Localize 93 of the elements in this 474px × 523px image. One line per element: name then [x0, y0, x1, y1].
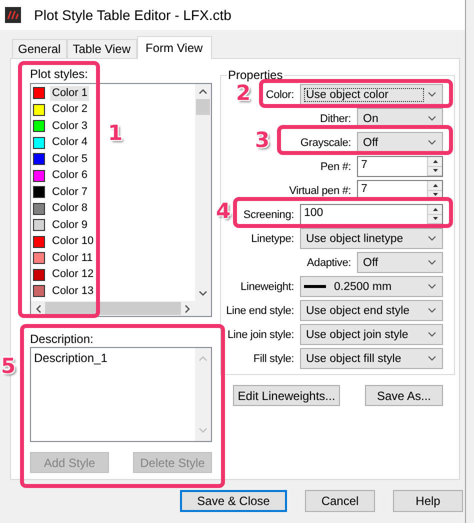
list-item[interactable]: Color 12 [50, 267, 96, 282]
callout-number: 3 [255, 129, 270, 151]
dropdown-value: 100 [303, 206, 324, 221]
spin-down-icon [432, 217, 438, 220]
field-label: Line join style: [227, 328, 294, 340]
chevron-down-icon [428, 284, 436, 289]
dropdown-value: Use object join style [305, 328, 410, 342]
tab[interactable]: Table View [66, 39, 137, 58]
list-item[interactable]: Color 6 [50, 168, 90, 184]
group-title: Properties [227, 68, 284, 82]
save-as-button[interactable]: Save As... [365, 385, 443, 406]
chevron-down-icon [428, 92, 436, 97]
dropdown-value: 7 [360, 182, 368, 197]
list-item[interactable]: Color 9 [50, 218, 90, 233]
tab[interactable]: General [12, 39, 67, 58]
dropdown-value: Off [362, 256, 380, 270]
dropdown-value: 0.2500 mm [333, 280, 393, 294]
chevron-left-icon [36, 304, 41, 312]
field-label: Linetype: [251, 232, 294, 244]
description-label: Description: [30, 331, 94, 347]
chevron-down-icon [199, 428, 207, 433]
list-item[interactable]: Color 8 [50, 201, 90, 216]
spin-down-icon [432, 169, 438, 172]
list-item[interactable]: Color 5 [50, 152, 90, 167]
spin-up-icon [432, 184, 438, 187]
field-label: Screening: [243, 208, 294, 220]
chevron-down-icon [428, 332, 436, 337]
line-sample-icon [304, 285, 326, 288]
chevron-down-icon [428, 236, 436, 241]
callout-number: 4 [216, 200, 231, 222]
list-item[interactable]: Color 4 [50, 135, 90, 150]
window-title: Plot Style Table Editor - LFX.ctb [34, 7, 232, 23]
list-label: Plot styles: [30, 66, 90, 82]
spin-down-icon [432, 193, 438, 196]
spin-field[interactable]: 100 [300, 204, 443, 225]
field-label: Dither: [320, 112, 351, 124]
callout-number: 2 [236, 82, 251, 104]
dropdown[interactable]: Use object color [300, 84, 443, 105]
chevron-down-icon [428, 356, 436, 361]
field-label: Fill style: [253, 352, 294, 364]
dropdown[interactable]: Use object join style [300, 324, 443, 345]
callout-number: 5 [1, 355, 16, 377]
edit-lineweights-button[interactable]: Edit Lineweights... [233, 385, 340, 406]
spin-up-icon [432, 208, 438, 211]
spin-up-icon [432, 160, 438, 163]
dropdown-value: 7 [360, 158, 368, 173]
spin-field[interactable]: 7 [357, 156, 443, 177]
chevron-down-icon [428, 116, 436, 121]
field-label: Adaptive: [306, 256, 351, 268]
tab[interactable]: Form View [136, 36, 212, 59]
chevron-down-icon [428, 140, 436, 145]
dropdown[interactable]: Off [357, 252, 443, 273]
list-item[interactable]: Color 3 [50, 118, 90, 134]
vertical-scrollbar[interactable] [195, 84, 211, 301]
scroll-thumb[interactable] [196, 99, 210, 115]
dropdown[interactable]: Use object end style [300, 300, 443, 321]
dropdown-value: On [362, 112, 380, 126]
chevron-down-icon [428, 308, 436, 313]
chevron-up-icon [199, 356, 207, 361]
list-item[interactable]: Color 10 [50, 234, 96, 250]
dropdown[interactable]: Use object linetype [300, 228, 443, 249]
dropdown-value: Use object end style [305, 304, 411, 318]
field-label: Color: [266, 88, 294, 100]
chevron-up-icon [199, 89, 207, 94]
field-label: Pen #: [320, 160, 351, 172]
field-label: Line end style: [226, 304, 294, 316]
list-item[interactable]: Color 11 [50, 250, 95, 266]
callout-number: 1 [108, 122, 123, 144]
vertical-scrollbar[interactable] [195, 348, 211, 441]
dropdown[interactable]: Off [357, 132, 443, 153]
dropdown-value: Off [362, 136, 380, 150]
field-label: Lineweight: [240, 280, 294, 292]
chevron-right-icon [185, 304, 190, 312]
help-button[interactable]: Help [393, 490, 463, 512]
chevron-down-icon [199, 291, 207, 296]
dropdown-value: Use object linetype [305, 232, 404, 246]
save-close-button[interactable]: Save & Close [180, 490, 287, 512]
list-item[interactable]: Color 2 [50, 102, 90, 118]
cancel-button[interactable]: Cancel [305, 490, 375, 512]
horizontal-scrollbar[interactable] [31, 301, 195, 316]
chevron-down-icon [428, 260, 436, 265]
list-item[interactable]: Color 13 [50, 284, 96, 299]
dropdown[interactable]: Use object fill style [300, 348, 443, 369]
field-label: Grayscale: [300, 136, 351, 148]
list-item[interactable]: Color 7 [50, 184, 90, 200]
dropdown-value: Use object fill style [305, 352, 402, 366]
description-field[interactable]: Description_1 [30, 347, 212, 442]
list-item[interactable]: Color 1 [50, 86, 90, 101]
app-icon [5, 7, 21, 23]
dropdown[interactable]: 0.2500 mm [300, 276, 443, 297]
field-label: Virtual pen #: [289, 184, 351, 196]
scroll-thumb[interactable] [45, 302, 181, 315]
dropdown-value: Use object color [304, 88, 424, 102]
